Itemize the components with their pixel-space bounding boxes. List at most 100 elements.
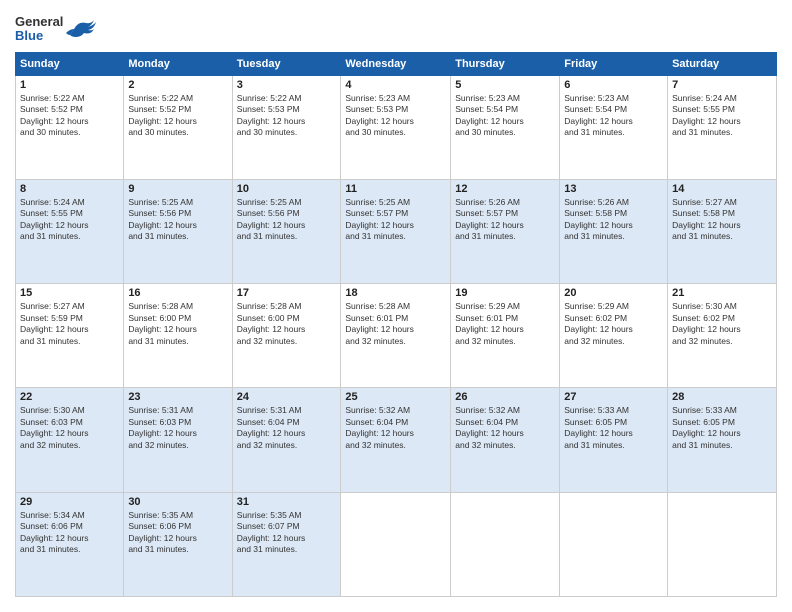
logo-text: General Blue	[15, 15, 63, 44]
day-number: 10	[237, 183, 337, 195]
calendar-cell: 28 Sunrise: 5:33 AMSunset: 6:05 PMDayligh…	[668, 388, 777, 492]
day-info: Sunrise: 5:23 AMSunset: 5:53 PMDaylight:…	[345, 93, 446, 139]
day-number: 14	[672, 183, 772, 195]
calendar-empty-cell	[451, 492, 560, 596]
calendar-table: Sunday Monday Tuesday Wednesday Thursday…	[15, 52, 777, 597]
calendar-week-row: 15Sunrise: 5:27 AMSunset: 5:59 PMDayligh…	[16, 284, 777, 388]
col-saturday: Saturday	[668, 52, 777, 75]
calendar-empty-cell	[341, 492, 451, 596]
day-number: 31	[237, 496, 337, 508]
day-info: Sunrise: 5:35 AMSunset: 6:07 PMDaylight:…	[237, 510, 337, 556]
day-number: 4	[345, 79, 446, 91]
day-info: Sunrise: 5:25 AMSunset: 5:57 PMDaylight:…	[345, 197, 446, 243]
calendar-cell: 21 Sunrise: 5:30 AMSunset: 6:02 PMDayligh…	[668, 284, 777, 388]
day-number: 16	[128, 287, 227, 299]
col-sunday: Sunday	[16, 52, 124, 75]
calendar-cell: 15Sunrise: 5:27 AMSunset: 5:59 PMDayligh…	[16, 284, 124, 388]
day-number: 15	[20, 287, 119, 299]
day-number: 28	[672, 391, 772, 403]
calendar-cell: 11 Sunrise: 5:25 AMSunset: 5:57 PMDayligh…	[341, 179, 451, 283]
day-number: 18	[345, 287, 446, 299]
day-info: Sunrise: 5:23 AMSunset: 5:54 PMDaylight:…	[455, 93, 555, 139]
day-info: Sunrise: 5:32 AMSunset: 6:04 PMDaylight:…	[455, 405, 555, 451]
header: General Blue	[15, 15, 777, 44]
calendar-week-row: 29Sunrise: 5:34 AMSunset: 6:06 PMDayligh…	[16, 492, 777, 596]
day-number: 9	[128, 183, 227, 195]
day-number: 21	[672, 287, 772, 299]
calendar-cell: 13Sunrise: 5:26 AMSunset: 5:58 PMDayligh…	[560, 179, 668, 283]
day-info: Sunrise: 5:26 AMSunset: 5:57 PMDaylight:…	[455, 197, 555, 243]
day-info: Sunrise: 5:28 AMSunset: 6:00 PMDaylight:…	[128, 301, 227, 347]
day-info: Sunrise: 5:24 AMSunset: 5:55 PMDaylight:…	[20, 197, 119, 243]
day-info: Sunrise: 5:33 AMSunset: 6:05 PMDaylight:…	[672, 405, 772, 451]
day-number: 3	[237, 79, 337, 91]
calendar-header-row: Sunday Monday Tuesday Wednesday Thursday…	[16, 52, 777, 75]
day-info: Sunrise: 5:31 AMSunset: 6:03 PMDaylight:…	[128, 405, 227, 451]
calendar-cell: 30Sunrise: 5:35 AMSunset: 6:06 PMDayligh…	[124, 492, 232, 596]
day-info: Sunrise: 5:31 AMSunset: 6:04 PMDaylight:…	[237, 405, 337, 451]
day-info: Sunrise: 5:25 AMSunset: 5:56 PMDaylight:…	[237, 197, 337, 243]
day-number: 24	[237, 391, 337, 403]
calendar-cell: 3 Sunrise: 5:22 AMSunset: 5:53 PMDaylight…	[232, 75, 341, 179]
col-wednesday: Wednesday	[341, 52, 451, 75]
day-number: 1	[20, 79, 119, 91]
calendar-cell: 29Sunrise: 5:34 AMSunset: 6:06 PMDayligh…	[16, 492, 124, 596]
day-info: Sunrise: 5:28 AMSunset: 6:01 PMDaylight:…	[345, 301, 446, 347]
day-number: 11	[345, 183, 446, 195]
day-info: Sunrise: 5:33 AMSunset: 6:05 PMDaylight:…	[564, 405, 663, 451]
day-number: 27	[564, 391, 663, 403]
calendar-cell: 4 Sunrise: 5:23 AMSunset: 5:53 PMDaylight…	[341, 75, 451, 179]
day-info: Sunrise: 5:27 AMSunset: 5:58 PMDaylight:…	[672, 197, 772, 243]
day-info: Sunrise: 5:30 AMSunset: 6:02 PMDaylight:…	[672, 301, 772, 347]
calendar-cell: 24 Sunrise: 5:31 AMSunset: 6:04 PMDayligh…	[232, 388, 341, 492]
day-info: Sunrise: 5:22 AMSunset: 5:52 PMDaylight:…	[20, 93, 119, 139]
day-number: 6	[564, 79, 663, 91]
calendar-empty-cell	[560, 492, 668, 596]
calendar-cell: 12 Sunrise: 5:26 AMSunset: 5:57 PMDayligh…	[451, 179, 560, 283]
calendar-cell: 27 Sunrise: 5:33 AMSunset: 6:05 PMDayligh…	[560, 388, 668, 492]
day-number: 7	[672, 79, 772, 91]
calendar-week-row: 8 Sunrise: 5:24 AMSunset: 5:55 PMDaylight…	[16, 179, 777, 283]
calendar-cell: 10 Sunrise: 5:25 AMSunset: 5:56 PMDayligh…	[232, 179, 341, 283]
day-number: 22	[20, 391, 119, 403]
day-info: Sunrise: 5:32 AMSunset: 6:04 PMDaylight:…	[345, 405, 446, 451]
day-number: 17	[237, 287, 337, 299]
day-info: Sunrise: 5:29 AMSunset: 6:01 PMDaylight:…	[455, 301, 555, 347]
day-number: 26	[455, 391, 555, 403]
col-thursday: Thursday	[451, 52, 560, 75]
day-info: Sunrise: 5:28 AMSunset: 6:00 PMDaylight:…	[237, 301, 337, 347]
day-number: 25	[345, 391, 446, 403]
day-info: Sunrise: 5:22 AMSunset: 5:52 PMDaylight:…	[128, 93, 227, 139]
calendar-week-row: 1 Sunrise: 5:22 AMSunset: 5:52 PMDaylight…	[16, 75, 777, 179]
day-number: 12	[455, 183, 555, 195]
day-number: 19	[455, 287, 555, 299]
page: General Blue Sunday Monday Tuesday Wedne…	[0, 0, 792, 612]
day-info: Sunrise: 5:30 AMSunset: 6:03 PMDaylight:…	[20, 405, 119, 451]
calendar-cell: 17 Sunrise: 5:28 AMSunset: 6:00 PMDayligh…	[232, 284, 341, 388]
day-number: 8	[20, 183, 119, 195]
day-info: Sunrise: 5:23 AMSunset: 5:54 PMDaylight:…	[564, 93, 663, 139]
calendar-cell: 8 Sunrise: 5:24 AMSunset: 5:55 PMDaylight…	[16, 179, 124, 283]
calendar-empty-cell	[668, 492, 777, 596]
calendar-cell: 26 Sunrise: 5:32 AMSunset: 6:04 PMDayligh…	[451, 388, 560, 492]
day-info: Sunrise: 5:25 AMSunset: 5:56 PMDaylight:…	[128, 197, 227, 243]
calendar-cell: 19 Sunrise: 5:29 AMSunset: 6:01 PMDayligh…	[451, 284, 560, 388]
calendar-cell: 23 Sunrise: 5:31 AMSunset: 6:03 PMDayligh…	[124, 388, 232, 492]
calendar-cell: 9 Sunrise: 5:25 AMSunset: 5:56 PMDaylight…	[124, 179, 232, 283]
calendar-cell: 14 Sunrise: 5:27 AMSunset: 5:58 PMDayligh…	[668, 179, 777, 283]
calendar-cell: 31 Sunrise: 5:35 AMSunset: 6:07 PMDayligh…	[232, 492, 341, 596]
calendar-cell: 25 Sunrise: 5:32 AMSunset: 6:04 PMDayligh…	[341, 388, 451, 492]
col-monday: Monday	[124, 52, 232, 75]
day-info: Sunrise: 5:35 AMSunset: 6:06 PMDaylight:…	[128, 510, 227, 556]
day-number: 2	[128, 79, 227, 91]
calendar-cell: 16 Sunrise: 5:28 AMSunset: 6:00 PMDayligh…	[124, 284, 232, 388]
day-info: Sunrise: 5:29 AMSunset: 6:02 PMDaylight:…	[564, 301, 663, 347]
calendar-cell: 18 Sunrise: 5:28 AMSunset: 6:01 PMDayligh…	[341, 284, 451, 388]
day-number: 23	[128, 391, 227, 403]
calendar-cell: 1 Sunrise: 5:22 AMSunset: 5:52 PMDaylight…	[16, 75, 124, 179]
day-number: 29	[20, 496, 119, 508]
day-info: Sunrise: 5:22 AMSunset: 5:53 PMDaylight:…	[237, 93, 337, 139]
col-friday: Friday	[560, 52, 668, 75]
calendar-cell: 2 Sunrise: 5:22 AMSunset: 5:52 PMDaylight…	[124, 75, 232, 179]
logo-bird-icon	[66, 15, 96, 43]
